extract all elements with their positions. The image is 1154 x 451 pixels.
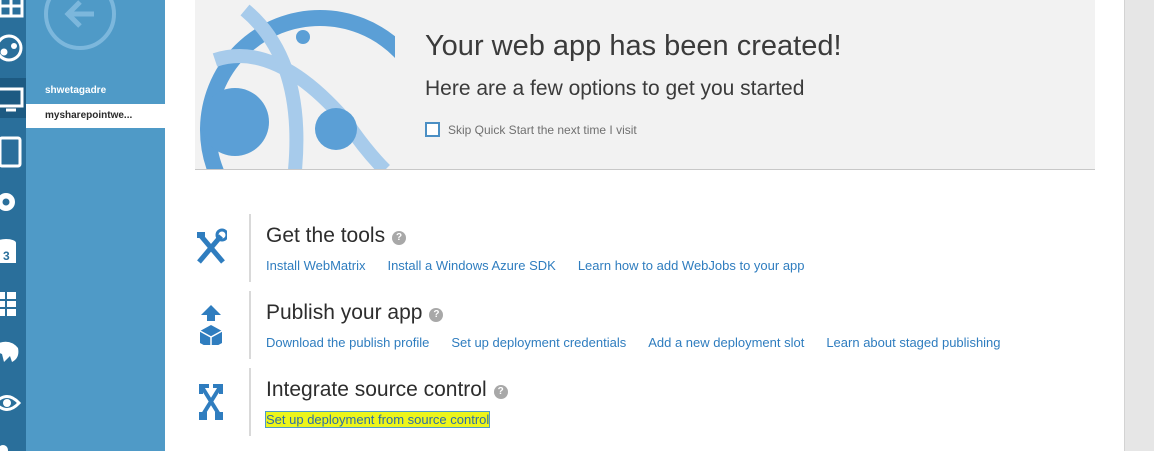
- section-title: Publish your app ?: [266, 301, 444, 325]
- section-divider: [249, 214, 251, 282]
- rail-item-sql[interactable]: 3: [0, 230, 26, 270]
- grid-icon: [0, 0, 24, 18]
- download-publish-profile-link[interactable]: Download the publish profile: [266, 335, 429, 350]
- secondary-nav: shwetagadre mysharepointwe...: [26, 0, 165, 451]
- back-button[interactable]: [44, 0, 116, 50]
- monitor-icon: [0, 87, 24, 112]
- page-subtitle: Here are a few options to get you starte…: [425, 77, 805, 100]
- rail-item-cloud-services[interactable]: [0, 180, 26, 220]
- rail-item-grid[interactable]: [0, 0, 26, 26]
- section-source-control: Integrate source control ? Set up deploy…: [195, 368, 1095, 438]
- section-publish-app: Publish your app ? Download the publish …: [195, 291, 1095, 361]
- subnav-item-subscription[interactable]: shwetagadre: [26, 79, 165, 103]
- arrow-left-icon: [64, 0, 94, 28]
- rail-item-media[interactable]: [0, 382, 26, 422]
- subnav-item-webapp[interactable]: mysharepointwe...: [26, 104, 165, 128]
- source-control-icon: [199, 384, 223, 420]
- quick-start-page: 3 shwetagadre mysharepointwe... Your web…: [0, 0, 1154, 451]
- add-deployment-slot-link[interactable]: Add a new deployment slot: [648, 335, 804, 350]
- setup-deployment-source-control-link[interactable]: Set up deployment from source control: [264, 411, 491, 428]
- globe-icon: [0, 34, 23, 62]
- setup-deployment-credentials-link[interactable]: Set up deployment credentials: [451, 335, 626, 350]
- rail-item-hdinsight[interactable]: [0, 330, 26, 370]
- rail-item-mobile[interactable]: [0, 130, 26, 170]
- right-scroll-strip: [1124, 0, 1154, 451]
- learn-staged-publishing-link[interactable]: Learn about staged publishing: [826, 335, 1000, 350]
- table-icon: [0, 292, 16, 316]
- rail-item-vm[interactable]: [0, 78, 26, 118]
- web-app-globe-icon: [200, 4, 395, 169]
- skip-quickstart-checkbox[interactable]: [425, 122, 440, 137]
- tablet-icon: [0, 136, 22, 168]
- section-title: Get the tools ?: [266, 224, 407, 248]
- page-title: Your web app has been created!: [425, 30, 842, 62]
- install-azure-sdk-link[interactable]: Install a Windows Azure SDK: [387, 258, 555, 273]
- learn-webjobs-link[interactable]: Learn how to add WebJobs to your app: [578, 258, 805, 273]
- skip-quickstart-option[interactable]: Skip Quick Start the next time I visit: [425, 122, 637, 137]
- section-links: Install WebMatrix Install a Windows Azur…: [266, 258, 827, 273]
- help-icon[interactable]: ?: [493, 384, 508, 399]
- dot-icon: [0, 445, 8, 451]
- publish-icon: [199, 305, 223, 345]
- rail-item-more[interactable]: [0, 430, 26, 451]
- tools-icon: [197, 228, 227, 264]
- section-divider: [249, 368, 251, 436]
- elephant-icon: [0, 341, 19, 362]
- install-webmatrix-link[interactable]: Install WebMatrix: [266, 258, 365, 273]
- skip-quickstart-label: Skip Quick Start the next time I visit: [448, 122, 637, 137]
- section-links: Set up deployment from source control: [264, 411, 511, 428]
- left-icon-rail: 3: [0, 0, 26, 451]
- database-icon: 3: [0, 239, 16, 263]
- section-title: Integrate source control ?: [266, 378, 508, 402]
- rail-item-storage[interactable]: [0, 283, 26, 323]
- section-title-text: Integrate source control: [266, 378, 487, 401]
- rail-item-websites[interactable]: [0, 28, 26, 68]
- section-divider: [249, 291, 251, 359]
- section-title-text: Get the tools: [266, 224, 386, 247]
- svg-text:3: 3: [3, 249, 10, 263]
- section-links: Download the publish profile Set up depl…: [266, 335, 1023, 350]
- help-icon[interactable]: ?: [392, 230, 407, 245]
- eye-icon: [0, 395, 22, 411]
- gear-cloud-icon: [0, 193, 15, 211]
- section-get-tools: Get the tools ? Install WebMatrix Instal…: [195, 214, 1095, 284]
- hero-banner: Your web app has been created! Here are …: [195, 0, 1095, 170]
- section-title-text: Publish your app: [266, 301, 423, 324]
- help-icon[interactable]: ?: [429, 307, 444, 322]
